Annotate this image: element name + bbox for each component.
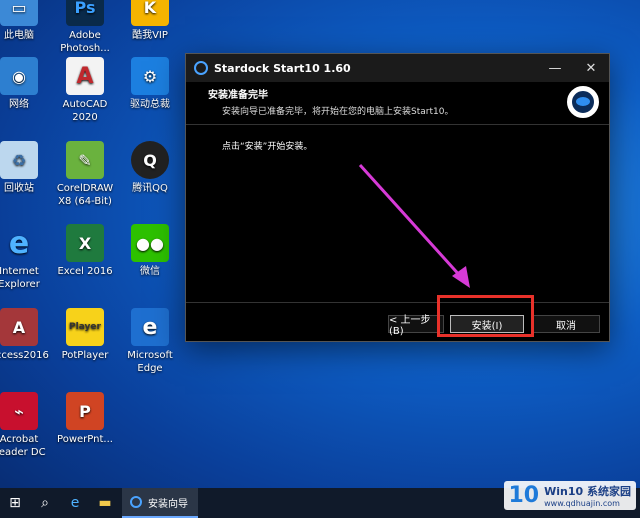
pointer-arrow-icon — [358, 163, 470, 288]
taskbar-app-label: 安装向导 — [148, 498, 188, 510]
edge-taskbar-icon[interactable]: e — [60, 488, 90, 518]
taskbar-installer-app[interactable]: 安装向导 — [122, 488, 198, 518]
watermark-logo: 10 — [508, 483, 540, 508]
installer-taskbar-icon — [130, 496, 142, 508]
site-watermark: 10 Win10 系统家园 www.qdhuajin.com — [503, 481, 636, 510]
watermark-title: Win10 系统家园 — [544, 485, 631, 498]
search-icon[interactable]: ⌕ — [30, 488, 60, 518]
install-highlight-box — [437, 295, 534, 337]
start-windows-icon[interactable]: ⊞ — [0, 488, 30, 518]
watermark-url: www.qdhuajin.com — [544, 499, 620, 508]
file-explorer-icon[interactable]: ▬ — [90, 488, 120, 518]
